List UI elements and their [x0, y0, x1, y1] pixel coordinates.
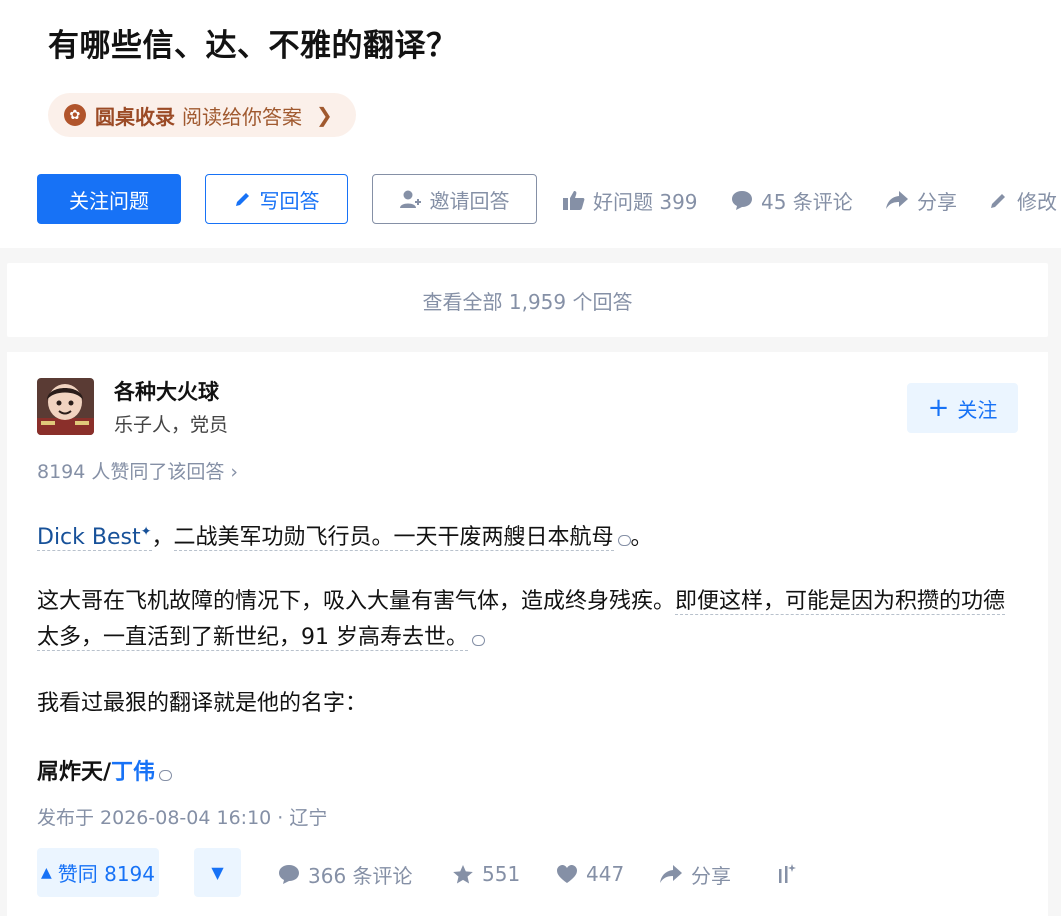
pencil-icon	[235, 193, 249, 206]
question-comments-button[interactable]: 45 条评论	[731, 186, 853, 214]
roundtable-icon: ✿	[64, 104, 86, 126]
more-options-button[interactable]	[776, 860, 804, 888]
follow-author-label: 关注	[957, 397, 998, 422]
triangle-up-icon: ▲	[40, 864, 52, 881]
share-icon	[886, 191, 908, 209]
follow-question-label: 关注问题	[69, 188, 149, 213]
dick-best-label: Dick Best	[37, 525, 141, 551]
invite-answer-label: 邀请回答	[429, 188, 510, 213]
roundtable-pill[interactable]: ✿ 圆桌收录 阅读给你答案 ❯	[48, 93, 356, 137]
comment-icon	[279, 865, 299, 884]
write-answer-label: 写回答	[259, 188, 320, 213]
answer-paragraph-4: 屌炸天/丁伟	[37, 755, 173, 791]
like-count: 447	[586, 862, 625, 886]
roundtable-text: 阅读给你答案	[182, 104, 302, 129]
favorite-button[interactable]: 551	[452, 860, 520, 888]
vote-up-label: 赞同 8194	[57, 862, 156, 886]
good-question-button[interactable]: 好问题 399	[563, 186, 698, 214]
author-bio: 乐子人，党员	[114, 414, 229, 436]
annotation-comment-icon[interactable]	[472, 635, 485, 646]
like-button[interactable]: 447	[556, 860, 624, 888]
view-all-answers-label: 查看全部 1,959 个回答	[422, 289, 633, 314]
comment-icon	[732, 191, 752, 210]
p1-end: 。	[630, 525, 653, 551]
answer-paragraph-1: Dick Best✦，二战美军功勋飞行员。一天干废两艘日本航母。	[37, 515, 653, 556]
star-icon	[453, 864, 473, 883]
edit-question-button[interactable]: 修改	[989, 186, 1057, 214]
roundtable-brand: 圆桌收录	[95, 104, 175, 129]
edit-question-label: 修改	[1017, 189, 1057, 214]
p1-separator: ，	[151, 525, 174, 551]
question-title: 有哪些信、达、不雅的翻译？	[48, 28, 458, 64]
author-name[interactable]: 各种大火球	[114, 376, 219, 406]
chevron-right-icon: ❯	[316, 103, 333, 127]
p4-name-link[interactable]: 丁伟	[111, 760, 155, 785]
follow-question-button[interactable]: 关注问题	[37, 174, 181, 224]
avatar[interactable]	[37, 378, 94, 435]
publish-time: 发布于 2026-08-04 16:10 · 辽宁	[37, 807, 328, 829]
annotation-comment-icon[interactable]	[617, 535, 631, 547]
favorite-count: 551	[482, 862, 521, 886]
triangle-down-icon: ▼	[211, 863, 224, 882]
sparkle-icon: ✦	[140, 525, 152, 540]
dick-best-link[interactable]: Dick Best✦	[37, 525, 152, 552]
answer-paragraph-2: 这大哥在飞机故障的情况下，吸入大量有害气体，造成终身残疾。即便这样，可能是因为积…	[37, 584, 1017, 656]
write-answer-button[interactable]: 写回答	[205, 174, 348, 224]
add-user-icon	[399, 190, 421, 208]
question-share-label: 分享	[917, 189, 957, 214]
pencil-icon	[991, 194, 1005, 208]
p1-annotated-text[interactable]: 二战美军功勋飞行员。一天干废两艘日本航母	[173, 525, 614, 552]
answer-card: 各种大火球 乐子人，党员 + 关注 8194 人赞同了该回答 › Dick Be…	[7, 352, 1048, 916]
share-icon	[660, 865, 682, 883]
answer-comments-label: 366 条评论	[308, 863, 413, 888]
agree-count-link[interactable]: 8194 人赞同了该回答 ›	[37, 457, 238, 484]
answer-paragraph-3: 我看过最狠的翻译就是他的名字：	[37, 691, 368, 716]
p4-text-a: 屌炸天/	[37, 760, 112, 785]
question-comments-label: 45 条评论	[761, 189, 853, 214]
answer-comments-button[interactable]: 366 条评论	[278, 860, 413, 888]
thumbs-up-icon	[563, 191, 585, 210]
good-question-label: 好问题 399	[593, 189, 698, 214]
answer-share-label: 分享	[691, 863, 731, 888]
question-share-button[interactable]: 分享	[885, 186, 957, 214]
heart-icon	[557, 865, 577, 883]
avatar-image	[37, 378, 94, 435]
plus-icon: +	[927, 393, 950, 423]
vote-down-button[interactable]: ▼	[194, 848, 241, 897]
follow-author-button[interactable]: + 关注	[907, 383, 1018, 433]
p2-text-a: 这大哥在飞机故障的情况下，吸入大量有害气体，造成终身残疾。	[37, 589, 676, 614]
invite-answer-button[interactable]: 邀请回答	[372, 174, 537, 224]
answer-share-button[interactable]: 分享	[659, 860, 731, 888]
sparkle-icon	[779, 864, 796, 883]
question-header: 有哪些信、达、不雅的翻译？ ✿ 圆桌收录 阅读给你答案 ❯ 关注问题 写回答 邀…	[0, 0, 1061, 248]
annotation-comment-icon[interactable]	[159, 770, 173, 781]
view-all-answers-button[interactable]: 查看全部 1,959 个回答	[7, 263, 1048, 337]
vote-up-button[interactable]: ▲ 赞同 8194	[37, 848, 159, 897]
